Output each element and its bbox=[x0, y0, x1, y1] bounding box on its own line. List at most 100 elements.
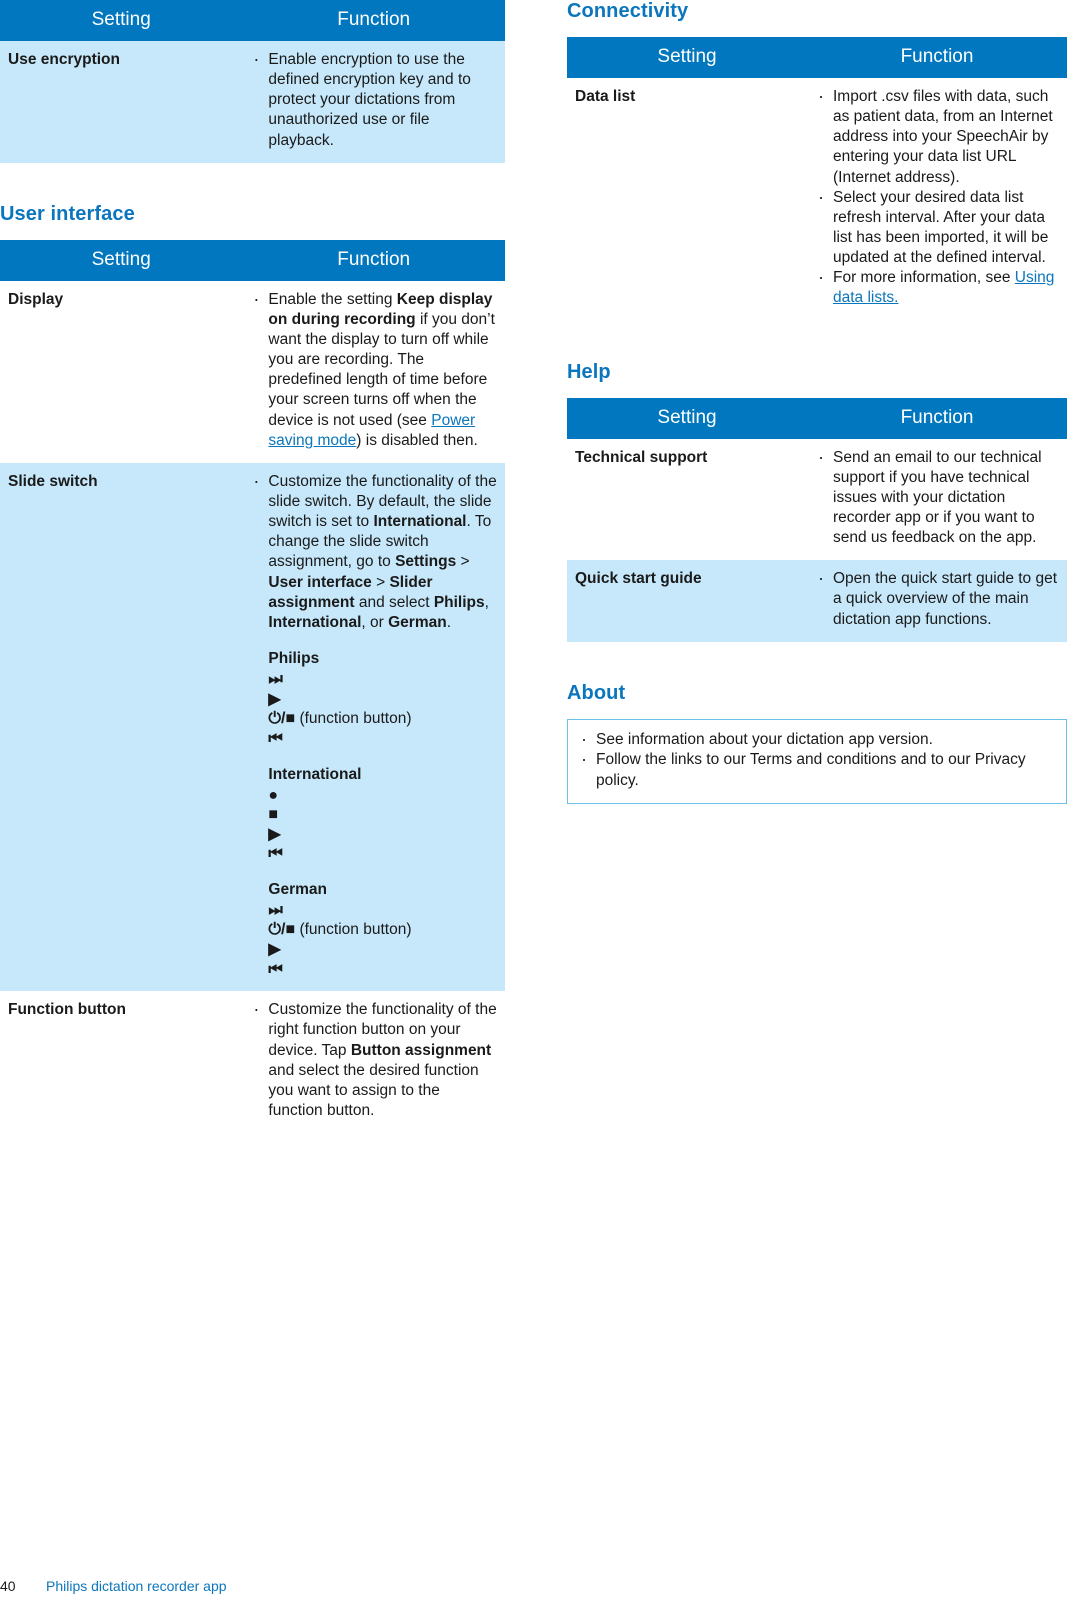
list-item: Send an email to our technical support i… bbox=[815, 446, 1059, 549]
slide-switch-symbol-groups: Philips ⏭ ▶ ⏻/■ (function button) ⏮ Internati… bbox=[250, 649, 497, 979]
device-button-icon: ⏻/■ bbox=[268, 921, 296, 939]
bullet-list: Open the quick start guide to get a quic… bbox=[815, 567, 1059, 629]
emphasis-text: User interface bbox=[268, 573, 372, 591]
device-button-note: (function button) bbox=[295, 710, 412, 728]
function-cell: Open the quick start guide to get a quic… bbox=[807, 560, 1067, 642]
help-table: Setting Function Technical support Send … bbox=[567, 397, 1067, 642]
slide-switch-symbol-row: ▶ bbox=[268, 825, 497, 845]
page-footer: 40 Philips dictation recorder app bbox=[0, 1578, 1087, 1594]
column-header-setting: Setting bbox=[0, 239, 243, 281]
body-text: For more information, see bbox=[833, 269, 1015, 287]
emphasis-text: Button assignment bbox=[350, 1041, 492, 1059]
table-row: Technical support Send an email to our t… bbox=[567, 438, 1067, 561]
connectivity-table: Setting Function Data list Import .csv f… bbox=[567, 37, 1067, 321]
column-header-function: Function bbox=[807, 397, 1067, 439]
column-header-function: Function bbox=[242, 0, 505, 41]
column-header-setting: Setting bbox=[0, 0, 243, 41]
device-button-icon: ⏻/■ bbox=[268, 710, 296, 728]
device-button-icon: ⏭ bbox=[268, 901, 283, 919]
body-text: , bbox=[484, 593, 489, 611]
slide-switch-symbol-row: ⏭ bbox=[268, 670, 497, 690]
setting-cell: Display bbox=[0, 280, 243, 463]
list-item: Customize the functionality of the slide… bbox=[250, 470, 497, 633]
list-item: Import .csv files with data, such as pat… bbox=[815, 85, 1059, 188]
slide-switch-symbol-row: ⏭ bbox=[268, 901, 497, 921]
setting-cell: Data list bbox=[567, 78, 807, 321]
left-column: Setting Function Use encryption Enable e… bbox=[0, 0, 505, 1134]
function-cell: Enable the setting Keep display on durin… bbox=[242, 280, 505, 463]
about-box: See information about your dictation app… bbox=[567, 718, 1067, 805]
section-heading-help: Help bbox=[567, 360, 611, 383]
list-item: Customize the functionality of the right… bbox=[250, 998, 497, 1121]
body-text: . bbox=[446, 613, 452, 631]
table-row: Data list Import .csv files with data, s… bbox=[567, 78, 1067, 321]
slide-switch-symbol-row: ⏮ bbox=[268, 844, 497, 864]
section-heading-about: About bbox=[567, 681, 626, 704]
device-button-icon: ▶ bbox=[268, 825, 281, 843]
slide-switch-symbol-row: ▶ bbox=[268, 690, 497, 710]
bullet-list: Enable encryption to use the defined enc… bbox=[250, 48, 497, 151]
table-row: Slide switch Customize the functionality… bbox=[0, 462, 505, 992]
manual-page: Setting Function Use encryption Enable e… bbox=[0, 0, 1087, 1604]
bullet-list: Import .csv files with data, such as pat… bbox=[815, 85, 1059, 309]
body-text: and select bbox=[354, 593, 434, 611]
body-text: and select the desired function you want… bbox=[268, 1061, 479, 1120]
function-cell: Customize the functionality of the slide… bbox=[242, 462, 505, 992]
page-number: 40 bbox=[0, 1578, 16, 1594]
list-item: See information about your dictation app… bbox=[578, 728, 1054, 752]
device-button-icon: ▶ bbox=[268, 941, 281, 959]
list-item: Enable encryption to use the defined enc… bbox=[250, 48, 497, 151]
column-header-function: Function bbox=[807, 37, 1067, 78]
slide-switch-symbol-row: ⏮ bbox=[268, 729, 497, 749]
encryption-table: Setting Function Use encryption Enable e… bbox=[0, 0, 505, 163]
setting-cell: Slide switch bbox=[0, 462, 243, 992]
slide-switch-symbol-row: ● bbox=[268, 786, 497, 806]
body-text: Select your desired data list refresh in… bbox=[833, 188, 1049, 267]
column-header-function: Function bbox=[242, 239, 505, 281]
device-button-note: (function button) bbox=[295, 921, 412, 939]
slide-switch-symbol-row: ⏻/■ (function button) bbox=[268, 920, 497, 940]
table-header-row: Setting Function bbox=[0, 0, 505, 41]
device-button-icon: ⏭ bbox=[268, 671, 283, 689]
device-button-icon: ⏮ bbox=[268, 960, 283, 978]
list-item: Follow the links to our Terms and condit… bbox=[578, 748, 1054, 791]
function-cell: Customize the functionality of the right… bbox=[242, 991, 505, 1134]
function-cell: Enable encryption to use the defined enc… bbox=[242, 41, 505, 163]
section-heading-connectivity: Connectivity bbox=[567, 0, 689, 22]
slide-switch-symbol-row: ■ bbox=[268, 805, 497, 825]
table-header-row: Setting Function bbox=[567, 397, 1067, 439]
body-text: > bbox=[371, 573, 390, 591]
emphasis-text: German bbox=[388, 613, 447, 631]
slide-switch-symbol-row: ⏮ bbox=[268, 960, 497, 980]
device-button-icon: ● bbox=[268, 786, 279, 804]
device-button-icon: ▶ bbox=[268, 690, 281, 708]
setting-cell: Quick start guide bbox=[567, 560, 807, 642]
slide-switch-symbol-row: ⏻/■ (function button) bbox=[268, 709, 497, 729]
table-row: Quick start guide Open the quick start g… bbox=[567, 560, 1067, 642]
list-item: Select your desired data list refresh in… bbox=[815, 186, 1059, 269]
device-button-icon: ⏮ bbox=[268, 730, 283, 748]
body-text: ) is disabled then. bbox=[356, 431, 478, 449]
emphasis-text: International bbox=[268, 613, 362, 631]
slide-switch-mode-label: International bbox=[268, 765, 362, 783]
body-text: Enable the setting bbox=[268, 290, 397, 308]
body-text: , or bbox=[361, 613, 389, 631]
table-header-row: Setting Function bbox=[0, 239, 505, 281]
device-button-icon: ⏮ bbox=[268, 845, 283, 863]
bullet-list: See information about your dictation app… bbox=[578, 728, 1054, 791]
list-item: Enable the setting Keep display on durin… bbox=[250, 288, 497, 451]
setting-cell: Use encryption bbox=[0, 41, 243, 163]
body-text: > bbox=[456, 553, 470, 571]
column-header-setting: Setting bbox=[567, 37, 807, 78]
device-button-icon: ■ bbox=[268, 806, 279, 824]
table-row: Use encryption Enable encryption to use … bbox=[0, 41, 505, 163]
list-item: For more information, see Using data lis… bbox=[815, 266, 1059, 308]
emphasis-text: International bbox=[373, 513, 467, 531]
setting-cell: Technical support bbox=[567, 438, 807, 561]
table-row: Function button Customize the functional… bbox=[0, 991, 505, 1134]
slide-switch-mode-label: German bbox=[268, 880, 327, 898]
right-column: Connectivity Setting Function Data list … bbox=[567, 0, 1067, 805]
